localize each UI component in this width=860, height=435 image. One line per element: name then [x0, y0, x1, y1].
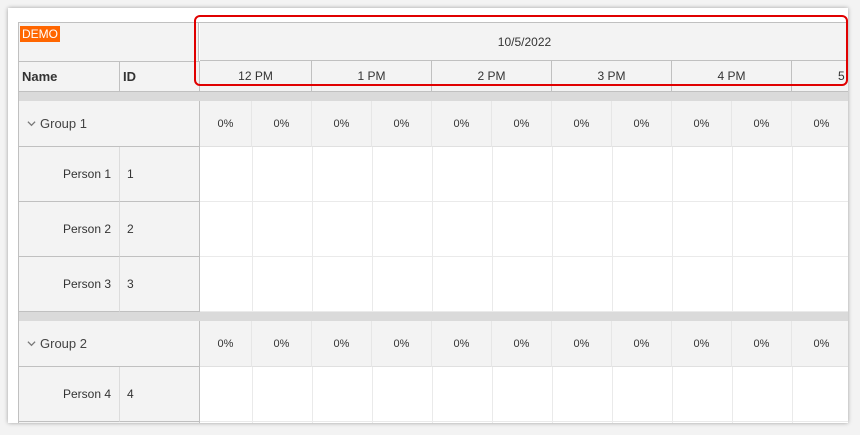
group-summary-cell: 0% [792, 321, 848, 367]
column-header-id[interactable]: ID [120, 61, 200, 92]
scheduler: DEMO Name ID 10/5/2022 12 PM 1 PM 2 PM 3… [18, 22, 848, 423]
resource-id: 2 [120, 202, 200, 257]
resource-name[interactable]: Person 4 [19, 367, 120, 422]
resource-id: 4 [120, 367, 200, 422]
group-summary-cell: 0% [612, 321, 672, 367]
group-summary-cell: 0% [312, 101, 372, 147]
resource-name[interactable]: Person 3 [19, 257, 120, 312]
group-summary-cell: 0% [552, 321, 612, 367]
hour-header: 2 PM [432, 61, 552, 92]
hour-header: 4 PM [672, 61, 792, 92]
demo-badge: DEMO [20, 26, 60, 42]
date-header: 10/5/2022 [200, 23, 848, 61]
group-summary-cell: 0% [612, 101, 672, 147]
group-summary-cell: 0% [492, 321, 552, 367]
group-summary-cell: 0% [432, 321, 492, 367]
row-header-bottom [19, 422, 200, 423]
group-summary-cell: 0% [732, 321, 792, 367]
hour-header: 12 PM [200, 61, 312, 92]
group-summary-cell: 0% [252, 321, 312, 367]
chevron-down-icon[interactable] [27, 339, 36, 348]
timeline-grid[interactable] [200, 147, 848, 312]
group-summary-cell: 0% [200, 321, 252, 367]
group-summary-cell: 0% [432, 101, 492, 147]
hour-header: 5 [792, 61, 848, 92]
group-summary-cell: 0% [672, 101, 732, 147]
group-summary-cell: 0% [792, 101, 848, 147]
group-summary-cell: 0% [372, 321, 432, 367]
resource-id: 1 [120, 147, 200, 202]
group-summary-cell: 0% [200, 101, 252, 147]
chevron-down-icon[interactable] [27, 119, 36, 128]
group-label: Group 1 [40, 116, 87, 131]
group-summary-cell: 0% [312, 321, 372, 367]
group-summary-row: 0% 0% 0% 0% 0% 0% 0% 0% 0% 0% 0% [200, 321, 848, 367]
row-separator [19, 312, 848, 321]
resource-name[interactable]: Person 2 [19, 202, 120, 257]
group-row-header[interactable]: Group 2 [19, 321, 200, 367]
hour-header: 1 PM [312, 61, 432, 92]
group-summary-cell: 0% [492, 101, 552, 147]
group-summary-row: 0% 0% 0% 0% 0% 0% 0% 0% 0% 0% 0% [200, 101, 848, 147]
group-summary-cell: 0% [552, 101, 612, 147]
group-summary-cell: 0% [732, 101, 792, 147]
screenshot-frame: DEMO Name ID 10/5/2022 12 PM 1 PM 2 PM 3… [8, 8, 848, 423]
resource-name[interactable]: Person 1 [19, 147, 120, 202]
group-label: Group 2 [40, 336, 87, 351]
group-row-header[interactable]: Group 1 [19, 101, 200, 147]
column-header-name[interactable]: Name [19, 61, 120, 92]
group-summary-cell: 0% [672, 321, 732, 367]
group-summary-cell: 0% [372, 101, 432, 147]
timeline-grid[interactable] [200, 367, 848, 423]
resource-id: 3 [120, 257, 200, 312]
row-separator [19, 92, 848, 101]
group-summary-cell: 0% [252, 101, 312, 147]
hour-header: 3 PM [552, 61, 672, 92]
